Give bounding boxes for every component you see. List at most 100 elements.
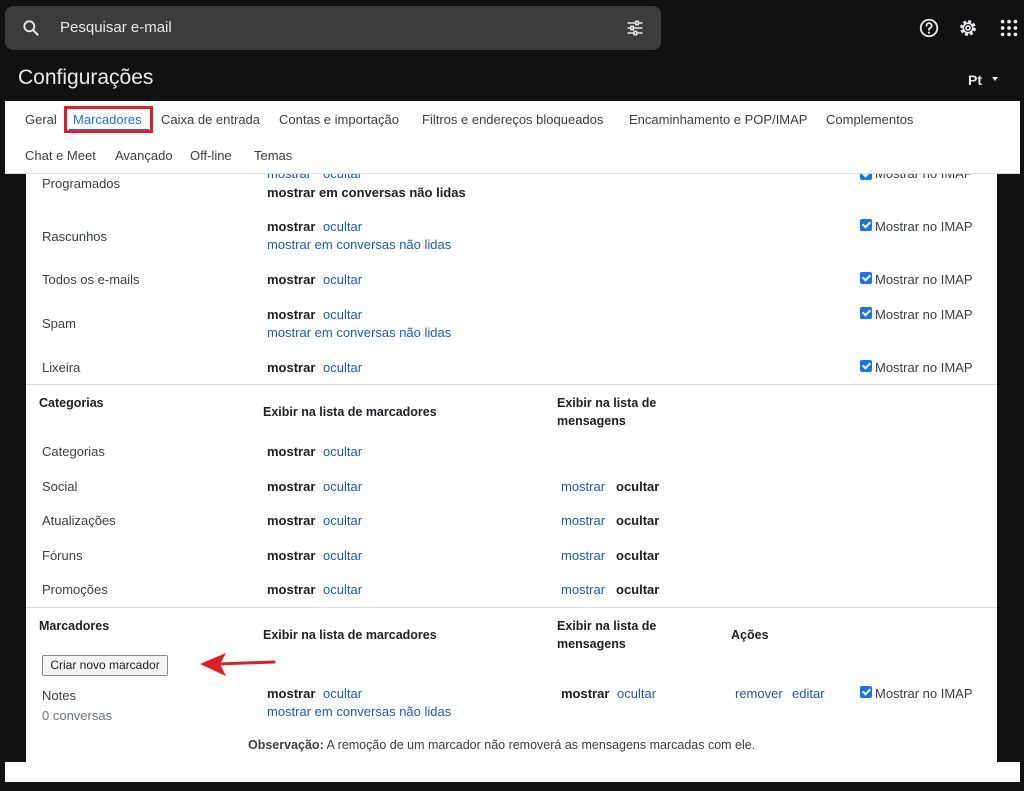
show-unread-link[interactable]: mostrar em conversas não lidas (267, 704, 451, 719)
tab-complementos[interactable]: Complementos (826, 112, 913, 127)
show-link[interactable]: mostrar (561, 548, 605, 563)
show-option[interactable]: mostrar (267, 360, 315, 375)
hide-link[interactable]: ocultar (323, 360, 362, 375)
col-message-list-header: Exibir na lista de mensagens (557, 619, 657, 651)
label-name: Rascunhos (42, 229, 108, 244)
category-name: Atualizações (42, 513, 116, 528)
search-bar[interactable]: Pesquisar e-mail (5, 6, 661, 50)
label-name: Programados (42, 176, 121, 191)
top-bar: Pesquisar e-mail (0, 0, 1024, 60)
gear-icon[interactable] (957, 17, 979, 39)
imap-checkbox[interactable] (860, 174, 872, 180)
labels-heading: Marcadores (39, 619, 110, 633)
show-option[interactable]: mostrar (267, 686, 315, 701)
show-option[interactable]: mostrar (267, 272, 315, 287)
note-prefix: Observação: (248, 738, 324, 752)
hide-link[interactable]: ocultar (323, 513, 362, 528)
section-divider (26, 384, 997, 385)
show-option[interactable]: mostrar (561, 686, 609, 701)
label-name: Spam (42, 316, 76, 331)
search-input[interactable]: Pesquisar e-mail (60, 19, 172, 36)
tab-highlight-box (64, 106, 153, 133)
note-text: A remoção de um marcador não removerá as… (326, 738, 756, 752)
imap-checkbox[interactable] (860, 307, 872, 319)
show-link[interactable]: mostrar (561, 513, 605, 528)
hide-option[interactable]: ocultar (616, 548, 659, 563)
tab-off-line[interactable]: Off-line (190, 148, 232, 163)
hide-option[interactable]: ocultar (616, 479, 659, 494)
imap-checkbox[interactable] (860, 272, 872, 284)
category-name: Categorias (42, 444, 105, 459)
category-name: Social (42, 479, 78, 494)
categories-heading: Categorias (39, 396, 104, 410)
apps-grid-icon[interactable] (998, 17, 1020, 39)
hide-link[interactable]: ocultar (617, 686, 656, 701)
help-icon[interactable] (918, 17, 940, 39)
label-count: 0 conversas (42, 708, 113, 723)
imap-label: Mostrar no IMAP (875, 686, 973, 701)
col-label-list-header: Exibir na lista de marcadores (263, 628, 437, 642)
show-option[interactable]: mostrar (267, 444, 315, 459)
language-selector[interactable]: Pt (968, 72, 982, 88)
label-name: Todos os e-mails (42, 272, 140, 287)
imap-checkbox[interactable] (860, 219, 872, 231)
tab-geral[interactable]: Geral (25, 112, 57, 127)
col-message-list-header: Exibir na lista de mensagens (557, 396, 657, 428)
create-label-button[interactable]: Criar novo marcador (42, 655, 168, 676)
remove-label-link[interactable]: remover (735, 686, 783, 701)
imap-label: Mostrar no IMAP (875, 174, 973, 181)
show-link[interactable]: mostrar (561, 582, 605, 597)
hide-link[interactable]: ocultar (323, 219, 362, 234)
show-option[interactable]: mostrar (267, 548, 315, 563)
tab-contas-e-importacao[interactable]: Contas e importação (279, 112, 399, 127)
settings-content: mostrar ocultar Mostrar no IMAP Programa… (26, 174, 997, 762)
show-option[interactable]: mostrar (267, 219, 315, 234)
col-actions-header: Ações (731, 628, 769, 642)
show-unread-option[interactable]: mostrar em conversas não lidas (267, 185, 466, 200)
section-divider (26, 607, 997, 608)
hide-link[interactable]: ocultar (323, 444, 362, 459)
show-option[interactable]: mostrar (267, 479, 315, 494)
hide-option[interactable]: ocultar (616, 582, 659, 597)
tab-encaminhamento[interactable]: Encaminhamento e POP/IMAP (629, 112, 807, 127)
page-title: Configurações (18, 66, 154, 89)
show-link[interactable]: mostrar (267, 174, 311, 181)
col-label-list-header: Exibir na lista de marcadores (263, 405, 437, 419)
search-icon[interactable] (21, 18, 41, 38)
label-name: Notes (42, 688, 76, 703)
tab-filtros[interactable]: Filtros e endereços bloqueados (422, 112, 603, 127)
chevron-down-icon[interactable] (992, 77, 998, 81)
tab-temas[interactable]: Temas (254, 148, 292, 163)
removal-note: Observação: A remoção de um marcador não… (248, 738, 755, 752)
imap-label: Mostrar no IMAP (875, 360, 973, 375)
show-unread-link[interactable]: mostrar em conversas não lidas (267, 237, 451, 252)
arrow-pointer-icon (200, 653, 276, 676)
hide-option[interactable]: ocultar (616, 513, 659, 528)
hide-link[interactable]: ocultar (323, 548, 362, 563)
show-unread-link[interactable]: mostrar em conversas não lidas (267, 325, 451, 340)
show-option[interactable]: mostrar (267, 582, 315, 597)
hide-link[interactable]: ocultar (323, 479, 362, 494)
hide-link[interactable]: ocultar (323, 272, 362, 287)
hide-link[interactable]: ocultar (323, 686, 362, 701)
imap-label: Mostrar no IMAP (875, 219, 973, 234)
imap-label: Mostrar no IMAP (875, 272, 973, 287)
label-name: Lixeira (42, 360, 81, 375)
tab-chat-e-meet[interactable]: Chat e Meet (25, 148, 96, 163)
content-footer (5, 762, 1020, 782)
show-option[interactable]: mostrar (267, 307, 315, 322)
tab-caixa-de-entrada[interactable]: Caixa de entrada (161, 112, 260, 127)
category-name: Promoções (42, 582, 108, 597)
imap-checkbox[interactable] (860, 360, 872, 372)
hide-link[interactable]: ocultar (323, 307, 362, 322)
hide-link[interactable]: ocultar (323, 174, 362, 181)
category-name: Fóruns (42, 548, 83, 563)
hide-link[interactable]: ocultar (323, 582, 362, 597)
show-option[interactable]: mostrar (267, 513, 315, 528)
search-options-icon[interactable] (625, 18, 645, 38)
imap-label: Mostrar no IMAP (875, 307, 973, 322)
edit-label-link[interactable]: editar (792, 686, 825, 701)
imap-checkbox[interactable] (860, 686, 872, 698)
tab-avancado[interactable]: Avançado (115, 148, 173, 163)
show-link[interactable]: mostrar (561, 479, 605, 494)
